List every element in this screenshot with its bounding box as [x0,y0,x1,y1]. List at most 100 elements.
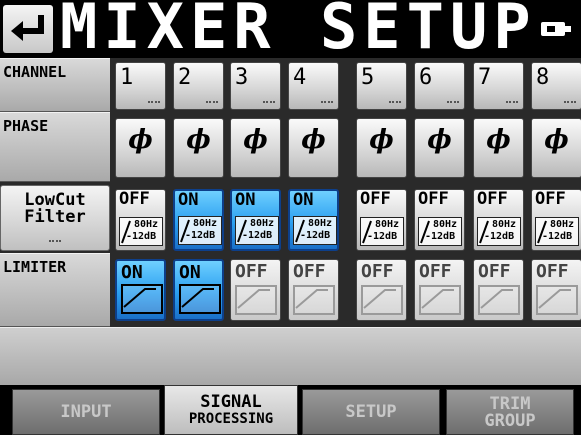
limiter-state: ON [179,262,201,283]
limiter-state: OFF [293,261,326,282]
lowcut-slope: -12dB [126,231,157,242]
more-dots-icon [206,101,218,105]
channel-8-button[interactable]: 8 [531,62,581,110]
phase-icon: ϕ [427,125,452,155]
tab-input[interactable]: INPUT [12,389,160,435]
phase-6-button[interactable]: ϕ [414,118,465,178]
lowcut-curve-icon: 80Hz -12dB [535,217,579,246]
lowcut-4-button[interactable]: ON 80Hz -12dB [288,189,339,251]
limiter-7-button[interactable]: OFF [473,259,524,321]
limiter-state: OFF [536,261,569,282]
channel-6-button[interactable]: 6 [414,62,465,110]
limiter-curve-icon [179,284,221,314]
phase-icon: ϕ [369,125,394,155]
tab-signal-processing-line1: SIGNAL [200,392,262,412]
title-bar: MIXER SETUP [0,0,581,63]
limiter-curve-icon [361,285,403,315]
channel-4-button[interactable]: 4 [288,62,339,110]
lowcut-state: OFF [535,189,566,209]
phase-icon: ϕ [544,125,569,155]
limiter-curve-icon [293,285,335,315]
tab-setup-label: SETUP [345,402,397,422]
channel-number: 4 [293,65,307,90]
more-dots-icon [447,101,459,105]
lowcut-slope: -12dB [300,230,331,241]
limiter-3-button[interactable]: OFF [230,259,281,321]
channel-number: 2 [178,65,192,90]
phase-3-button[interactable]: ϕ [230,118,281,178]
phase-1-button[interactable]: ϕ [115,118,166,178]
lowcut-state: ON [235,190,256,210]
lowcut-label-line2: Filter [24,207,86,227]
tab-signal-processing[interactable]: SIGNAL PROCESSING [164,385,298,435]
limiter-6-button[interactable]: OFF [414,259,465,321]
lowcut-2-button[interactable]: ON 80Hz -12dB [173,189,224,251]
more-dots-icon [389,101,401,105]
lowcut-curve-icon: 80Hz -12dB [119,217,163,246]
lowcut-frequency: 80Hz [193,218,218,229]
tab-signal-processing-line2: PROCESSING [188,411,274,427]
phase-2-button[interactable]: ϕ [173,118,224,178]
lowcut-curve-icon: 80Hz -12dB [418,217,462,246]
tab-input-label: INPUT [60,402,112,422]
lowcut-6-button[interactable]: OFF 80Hz -12dB [414,189,465,251]
back-button[interactable] [3,5,53,53]
channel-2-button[interactable]: 2 [173,62,224,110]
limiter-8-button[interactable]: OFF [531,259,581,321]
tab-trim-group-line2: GROUP [484,411,536,431]
more-dots-icon [321,101,333,105]
limiter-state: OFF [235,261,268,282]
limiter-1-button[interactable]: ON [115,259,166,321]
more-dots-icon [263,101,275,105]
page-title: MIXER SETUP [60,0,537,63]
tab-trim-group[interactable]: TRIM GROUP [446,389,574,435]
lowcut-5-button[interactable]: OFF 80Hz -12dB [356,189,407,251]
lowcut-7-button[interactable]: OFF 80Hz -12dB [473,189,524,251]
lowcut-slope: -12dB [542,231,573,242]
lowcut-filter-button[interactable]: LowCut Filter [0,185,110,251]
lowcut-frequency: 80Hz [134,219,159,230]
more-dots-icon [506,101,518,105]
phase-icon: ϕ [243,125,268,155]
channel-3-button[interactable]: 3 [230,62,281,110]
channel-1-button[interactable]: 1 [115,62,166,110]
mixer-setup-screen: MIXER SETUP CHANNEL PHASE LowCut Filter … [0,0,581,435]
lowcut-slope: -12dB [185,230,216,241]
battery-icon [541,22,571,36]
lowcut-slope: -12dB [484,231,515,242]
channel-5-button[interactable]: 5 [356,62,407,110]
lowcut-state: ON [293,190,314,210]
limiter-state: OFF [478,261,511,282]
phase-4-button[interactable]: ϕ [288,118,339,178]
lowcut-frequency: 80Hz [375,219,400,230]
phase-5-button[interactable]: ϕ [356,118,407,178]
lowcut-1-button[interactable]: OFF 80Hz -12dB [115,189,166,251]
phase-7-button[interactable]: ϕ [473,118,524,178]
lowcut-curve-icon: 80Hz -12dB [293,216,337,245]
phase-icon: ϕ [128,125,153,155]
phase-icon: ϕ [486,125,511,155]
lowcut-8-button[interactable]: OFF 80Hz -12dB [531,189,581,251]
channel-number: 3 [235,65,249,90]
lowcut-slope: -12dB [242,230,273,241]
limiter-curve-icon [536,285,578,315]
lowcut-frequency: 80Hz [308,218,333,229]
channel-7-button[interactable]: 7 [473,62,524,110]
channel-number: 8 [536,65,550,90]
limiter-4-button[interactable]: OFF [288,259,339,321]
phase-icon: ϕ [301,125,326,155]
lowcut-3-button[interactable]: ON 80Hz -12dB [230,189,281,251]
limiter-2-button[interactable]: ON [173,259,224,321]
limiter-curve-icon [121,284,163,314]
more-dots-icon [564,101,576,105]
tab-bar: INPUT SIGNAL PROCESSING SETUP TRIM GROUP [0,385,581,435]
limiter-5-button[interactable]: OFF [356,259,407,321]
lowcut-slope: -12dB [425,231,456,242]
empty-panel [0,327,581,386]
lowcut-curve-icon: 80Hz -12dB [178,216,222,245]
limiter-state: OFF [419,261,452,282]
phase-8-button[interactable]: ϕ [531,118,581,178]
tab-setup[interactable]: SETUP [302,389,440,435]
channel-number: 6 [419,65,433,90]
lowcut-state: OFF [477,189,508,209]
